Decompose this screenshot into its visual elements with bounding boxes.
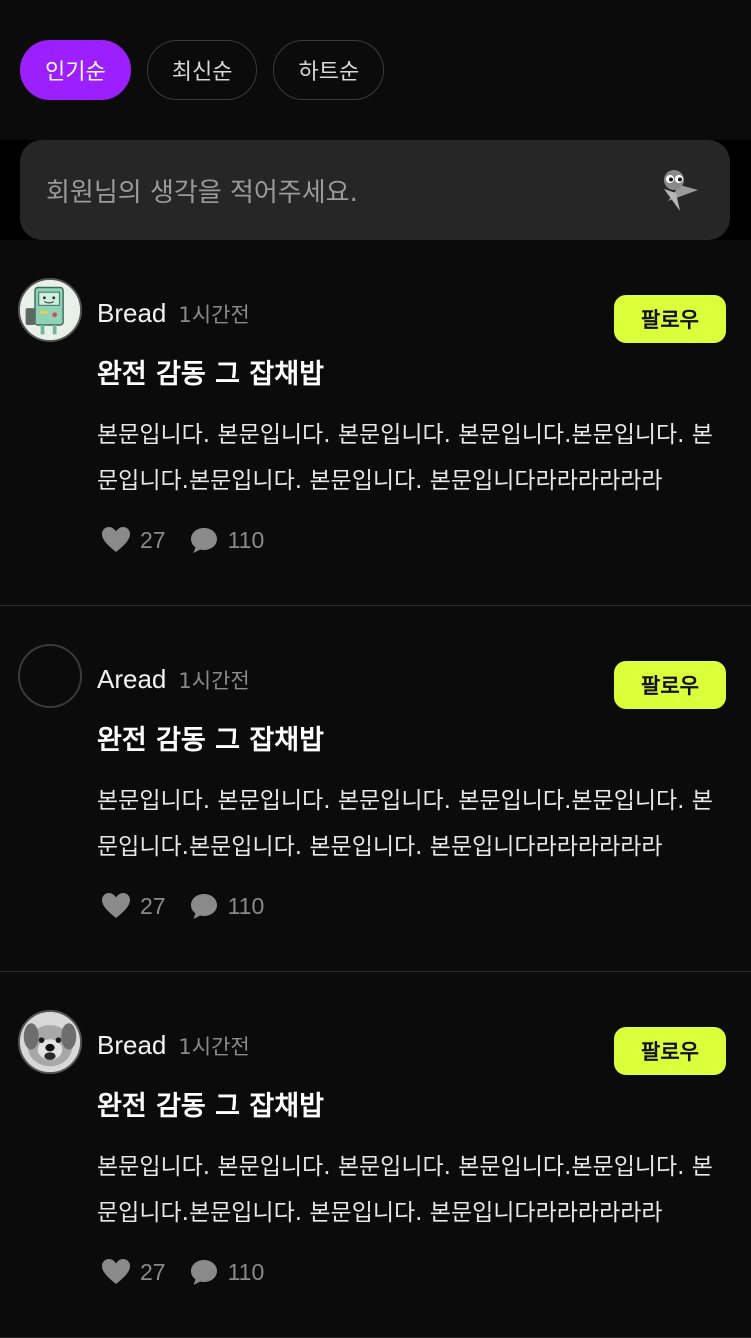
filter-hearts-chip[interactable]: 하트순: [273, 40, 385, 100]
like-stat[interactable]: 27: [100, 1256, 166, 1288]
post-title[interactable]: 완전 감동 그 잡채밥: [97, 1084, 324, 1123]
post-stats: 27 110: [100, 890, 264, 922]
post-title[interactable]: 완전 감동 그 잡채밥: [97, 718, 324, 757]
composer-placeholder: 회원님의 생각을 적어주세요.: [46, 177, 358, 208]
like-count: 27: [140, 526, 166, 553]
comment-stat[interactable]: 110: [188, 1256, 265, 1288]
author-name[interactable]: Bread: [97, 298, 166, 329]
post-stats: 27 110: [100, 1256, 264, 1288]
comment-stat[interactable]: 110: [188, 890, 265, 922]
author-name[interactable]: Bread: [97, 1030, 166, 1061]
post-stats: 27 110: [100, 524, 264, 556]
post-body[interactable]: 본문입니다. 본문입니다. 본문입니다. 본문입니다.본문입니다. 본문입니다.…: [97, 778, 725, 870]
author-name[interactable]: Aread: [97, 664, 166, 695]
post-body[interactable]: 본문입니다. 본문입니다. 본문입니다. 본문입니다.본문입니다. 본문입니다.…: [97, 1144, 725, 1236]
sort-filter-bar: 인기순 최신순 하트순: [20, 40, 385, 100]
post-card[interactable]: Bread 1시간전 팔로우 완전 감동 그 잡채밥 본문입니다. 본문입니다.…: [0, 240, 751, 606]
like-count: 27: [140, 1258, 166, 1285]
post-title[interactable]: 완전 감동 그 잡채밥: [97, 352, 324, 391]
composer-input[interactable]: 회원님의 생각을 적어주세요.: [20, 140, 730, 240]
like-stat[interactable]: 27: [100, 890, 166, 922]
post-time: 1시간전: [178, 669, 250, 693]
comment-count: 110: [227, 1258, 265, 1285]
follow-button[interactable]: 팔로우: [614, 661, 726, 709]
speech-bubble-icon: [190, 894, 217, 919]
speech-bubble-icon: [190, 1260, 217, 1285]
heart-icon: [102, 527, 130, 552]
post-author: Aread 1시간전: [97, 664, 250, 695]
post-card[interactable]: Bread 1시간전 팔로우 완전 감동 그 잡채밥 본문입니다. 본문입니다.…: [0, 972, 751, 1338]
heart-icon: [102, 1259, 130, 1284]
like-count: 27: [140, 892, 166, 919]
robot-avatar[interactable]: [18, 278, 82, 342]
comment-stat[interactable]: 110: [188, 524, 265, 556]
empty-avatar[interactable]: [18, 644, 82, 708]
feed-page: 인기순 최신순 하트순 회원님의 생각을 적어주세요. Bread 1시간전 팔…: [0, 0, 751, 1338]
post-author: Bread 1시간전: [97, 298, 250, 329]
comment-count: 110: [227, 892, 265, 919]
comment-count: 110: [227, 526, 265, 553]
follow-button[interactable]: 팔로우: [614, 295, 726, 343]
post-card[interactable]: Aread 1시간전 팔로우 완전 감동 그 잡채밥 본문입니다. 본문입니다.…: [0, 606, 751, 972]
heart-icon: [102, 893, 130, 918]
filter-latest-chip[interactable]: 최신순: [146, 40, 258, 100]
follow-button[interactable]: 팔로우: [614, 1027, 726, 1075]
dog-avatar[interactable]: [18, 1010, 82, 1074]
filter-popular-chip[interactable]: 인기순: [20, 40, 131, 100]
post-author: Bread 1시간전: [97, 1030, 250, 1061]
like-stat[interactable]: 27: [100, 524, 166, 556]
speech-bubble-icon: [190, 528, 217, 553]
post-body[interactable]: 본문입니다. 본문입니다. 본문입니다. 본문입니다.본문입니다. 본문입니다.…: [97, 412, 725, 504]
post-time: 1시간전: [178, 1035, 250, 1059]
mascot-send-icon[interactable]: [650, 163, 704, 217]
post-time: 1시간전: [178, 303, 250, 327]
